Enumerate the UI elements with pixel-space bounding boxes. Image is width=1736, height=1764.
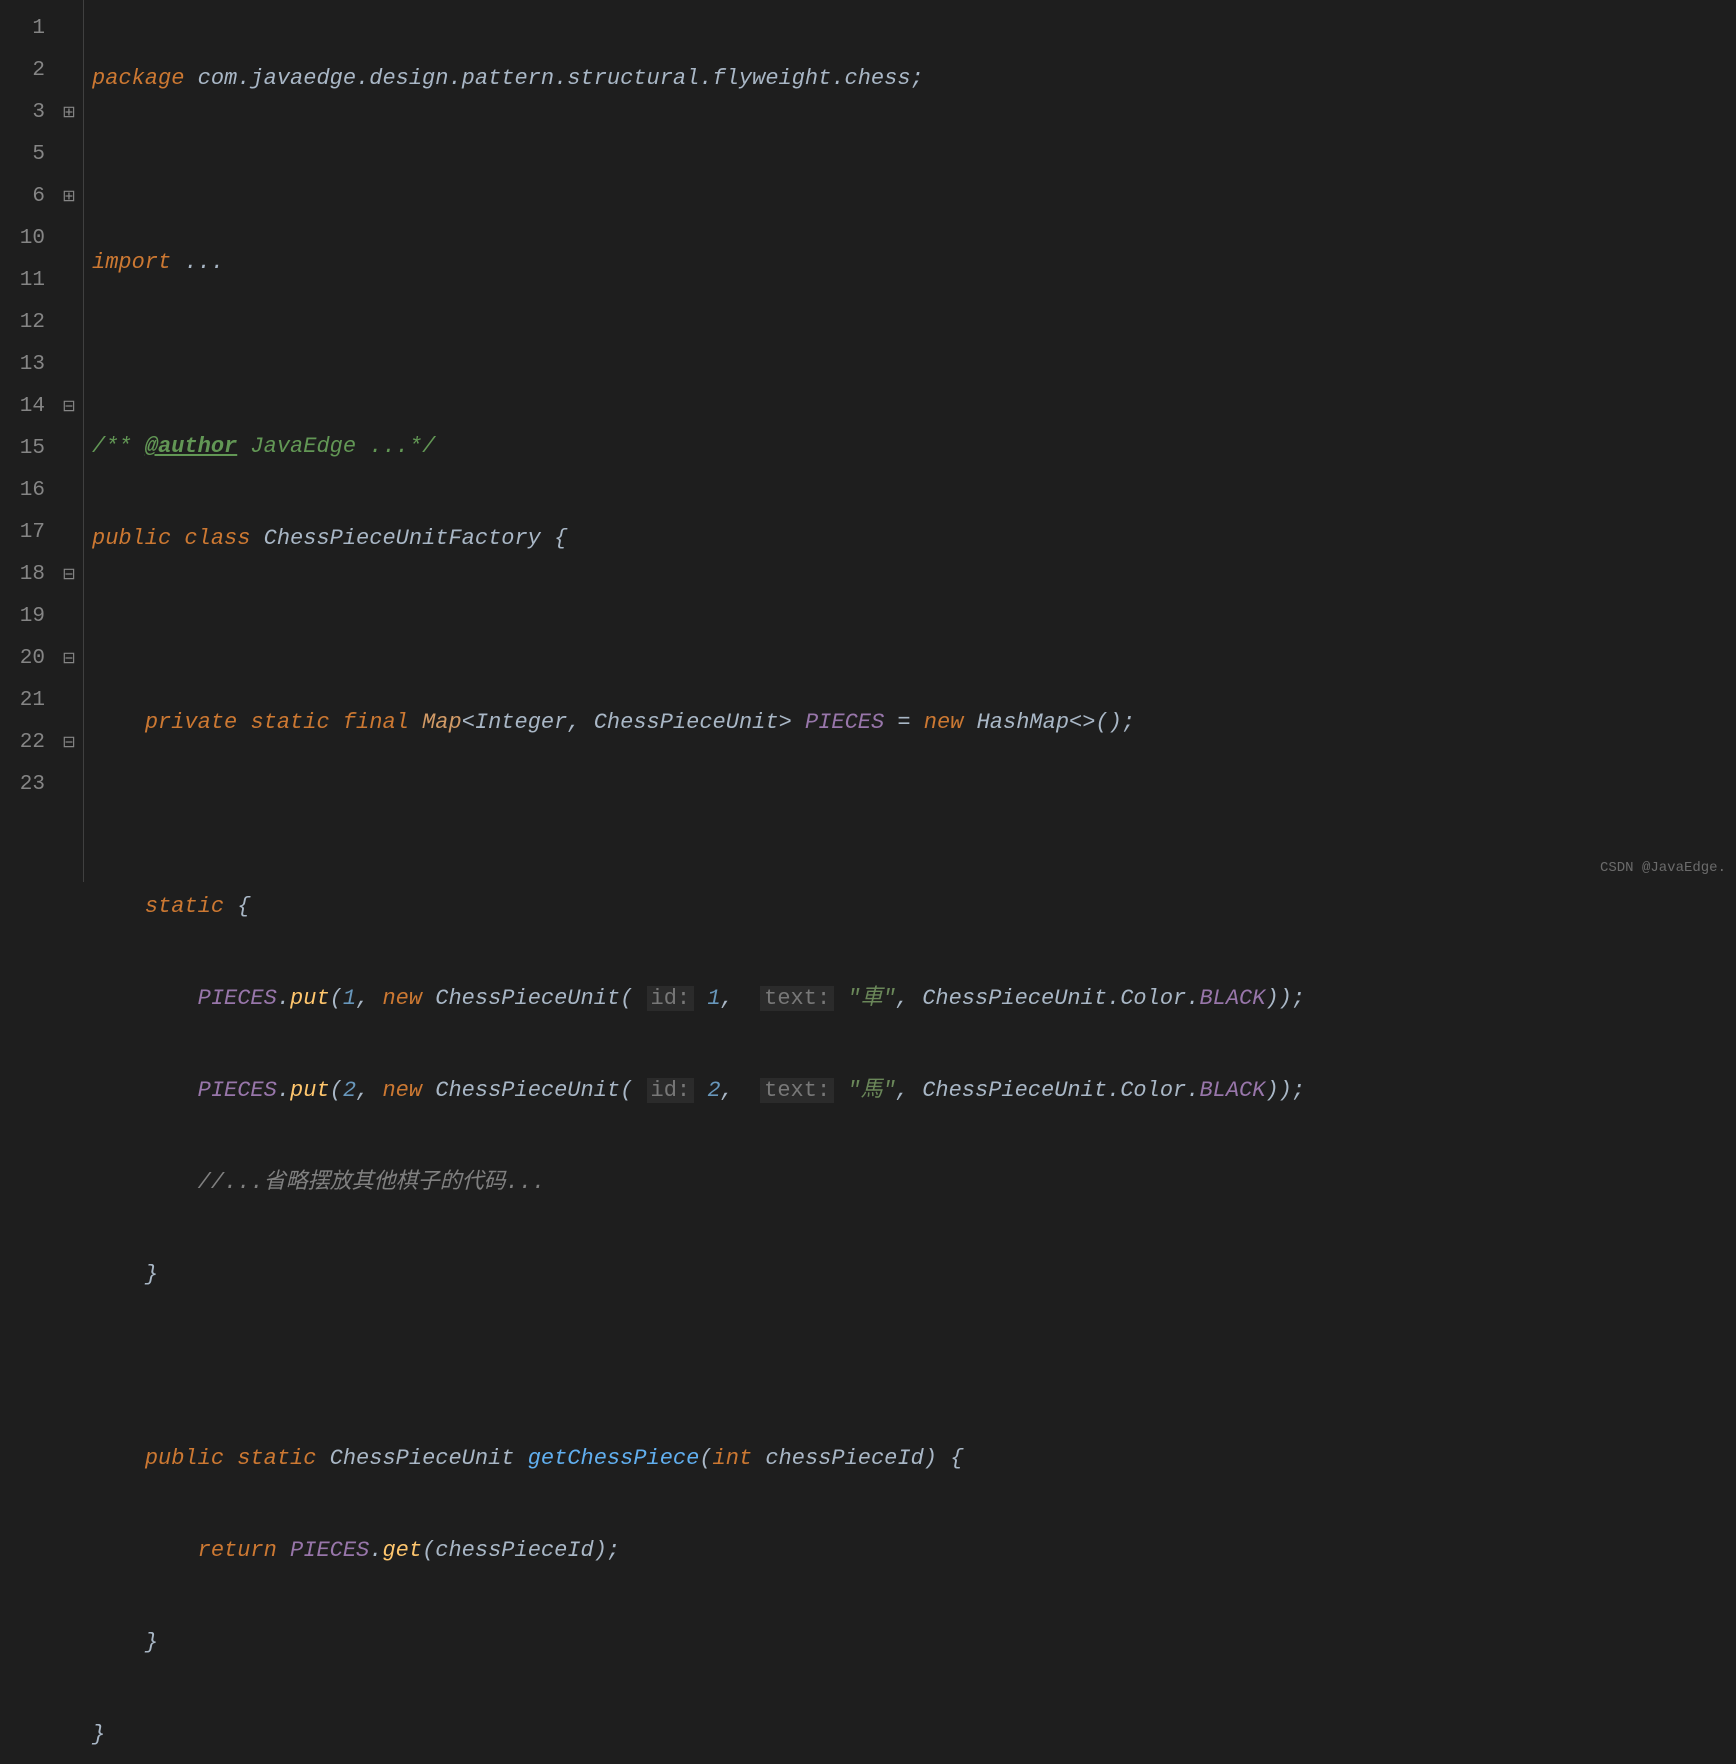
- fold-marker[interactable]: ⊟: [55, 638, 83, 680]
- code-line: [92, 1346, 1736, 1388]
- code-line: /** @author JavaEdge ...*/: [92, 426, 1736, 468]
- line-number: 16: [0, 470, 45, 512]
- line-number: 17: [0, 512, 45, 554]
- code-line: }: [92, 1254, 1736, 1296]
- fold-marker[interactable]: [55, 134, 83, 176]
- code-line: [92, 334, 1736, 376]
- line-number: 3: [0, 92, 45, 134]
- fold-marker[interactable]: [55, 50, 83, 92]
- line-number: 14: [0, 386, 45, 428]
- fold-marker[interactable]: [55, 302, 83, 344]
- line-number: 6: [0, 176, 45, 218]
- line-number: 21: [0, 680, 45, 722]
- code-line: [92, 150, 1736, 192]
- line-number: 5: [0, 134, 45, 176]
- code-area[interactable]: package com.javaedge.design.pattern.stru…: [84, 0, 1736, 882]
- line-number: 2: [0, 50, 45, 92]
- code-line: private static final Map<Integer, ChessP…: [92, 702, 1736, 744]
- fold-marker[interactable]: ⊞: [55, 92, 83, 134]
- code-line: PIECES.put(2, new ChessPieceUnit( id: 2,…: [92, 1070, 1736, 1112]
- line-number: 18: [0, 554, 45, 596]
- line-number: 15: [0, 428, 45, 470]
- code-line: return PIECES.get(chessPieceId);: [92, 1530, 1736, 1572]
- line-number: 12: [0, 302, 45, 344]
- code-line: }: [92, 1714, 1736, 1756]
- code-line: package com.javaedge.design.pattern.stru…: [92, 58, 1736, 100]
- fold-marker[interactable]: [55, 596, 83, 638]
- fold-marker[interactable]: [55, 344, 83, 386]
- code-line: [92, 794, 1736, 836]
- code-line: }: [92, 1622, 1736, 1664]
- code-line: static {: [92, 886, 1736, 928]
- line-number: 20: [0, 638, 45, 680]
- fold-column: ⊞ ⊞ ⊟ ⊟ ⊟ ⊟: [55, 0, 83, 882]
- code-line: public static ChessPieceUnit getChessPie…: [92, 1438, 1736, 1480]
- line-number: 22: [0, 722, 45, 764]
- line-number: 1: [0, 8, 45, 50]
- fold-marker[interactable]: [55, 680, 83, 722]
- code-line: import ...: [92, 242, 1736, 284]
- line-number: 19: [0, 596, 45, 638]
- watermark-text: CSDN @JavaEdge.: [1600, 860, 1726, 876]
- line-number: 10: [0, 218, 45, 260]
- fold-marker[interactable]: ⊟: [55, 386, 83, 428]
- fold-marker[interactable]: [55, 260, 83, 302]
- fold-marker[interactable]: [55, 512, 83, 554]
- fold-marker[interactable]: [55, 218, 83, 260]
- code-line: public class ChessPieceUnitFactory {: [92, 518, 1736, 560]
- fold-marker[interactable]: ⊟: [55, 722, 83, 764]
- fold-marker[interactable]: [55, 764, 83, 806]
- code-editor[interactable]: 1 2 3 5 6 10 11 12 13 14 15 16 17 18 19 …: [0, 0, 1736, 882]
- code-line: [92, 610, 1736, 652]
- code-line: PIECES.put(1, new ChessPieceUnit( id: 1,…: [92, 978, 1736, 1020]
- fold-marker[interactable]: [55, 428, 83, 470]
- code-line: //...省略摆放其他棋子的代码...: [92, 1162, 1736, 1204]
- fold-marker[interactable]: [55, 8, 83, 50]
- line-number: 13: [0, 344, 45, 386]
- line-number-gutter: 1 2 3 5 6 10 11 12 13 14 15 16 17 18 19 …: [0, 0, 55, 882]
- line-number: 11: [0, 260, 45, 302]
- fold-marker[interactable]: ⊞: [55, 176, 83, 218]
- fold-marker[interactable]: [55, 470, 83, 512]
- line-number: 23: [0, 764, 45, 806]
- fold-marker[interactable]: ⊟: [55, 554, 83, 596]
